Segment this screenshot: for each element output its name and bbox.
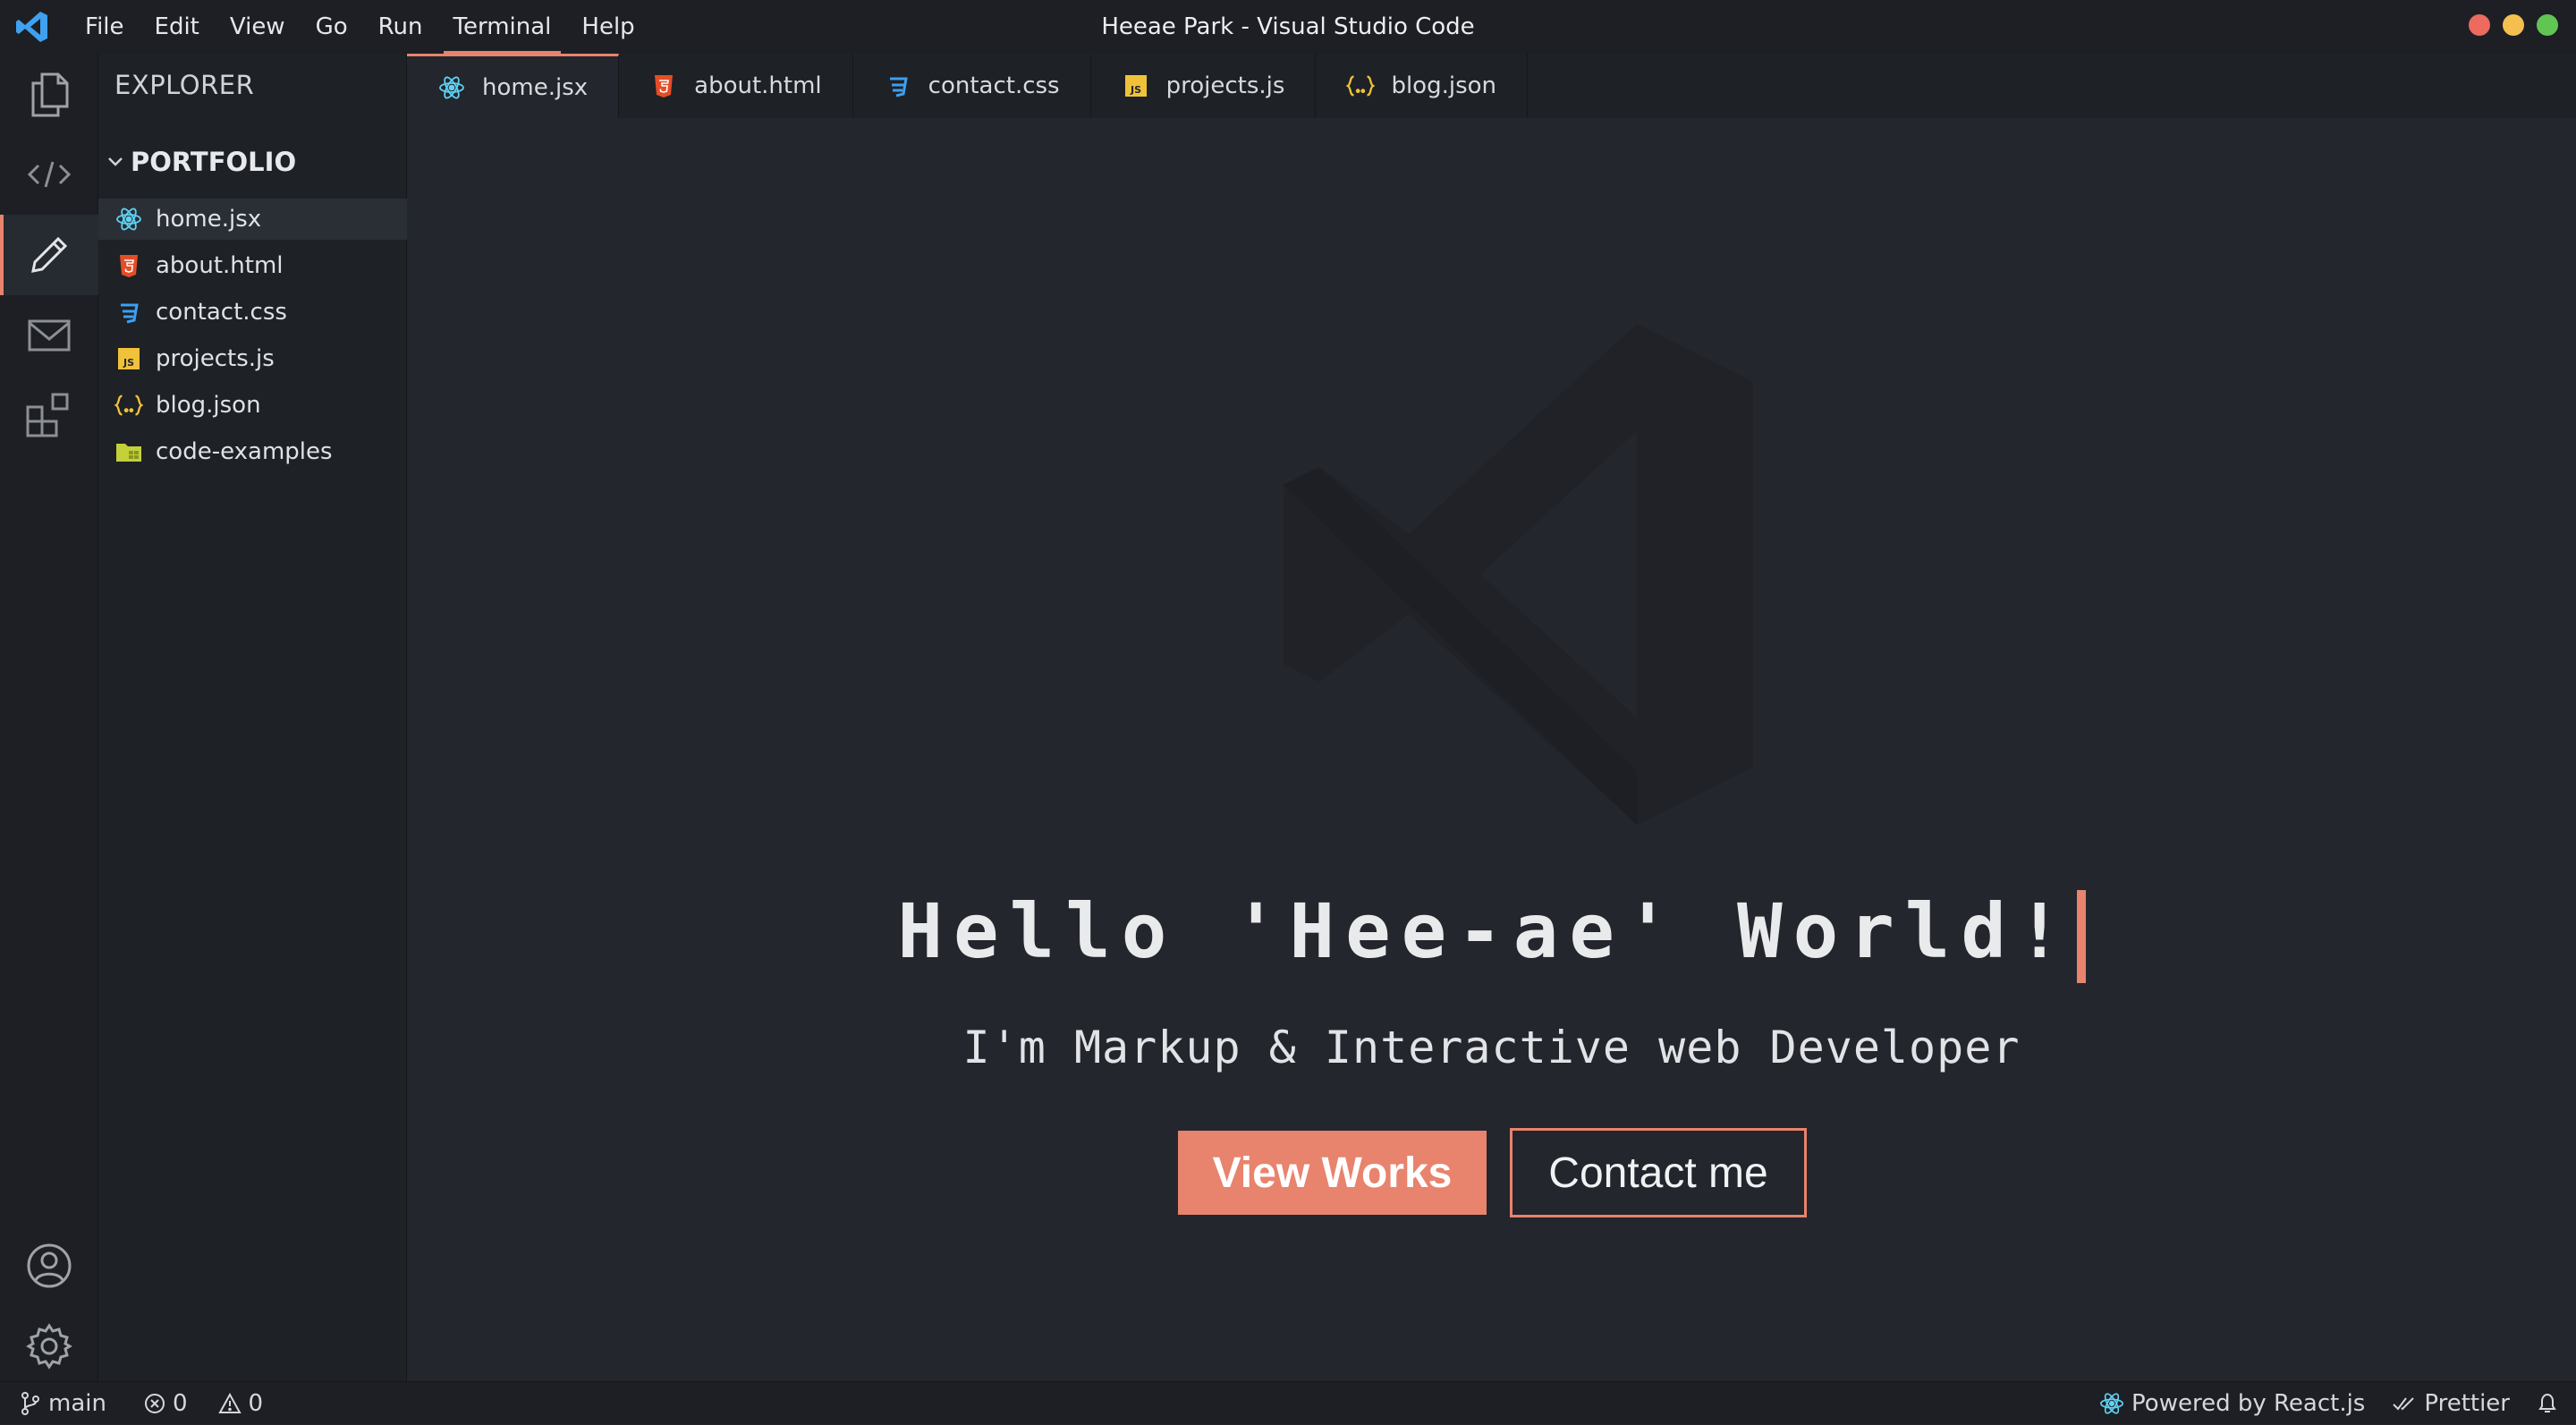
html5-icon (114, 251, 143, 280)
tab-contact-css[interactable]: contact.css (852, 54, 1091, 118)
files-icon[interactable] (0, 54, 98, 134)
file-blog-json[interactable]: blog.json (98, 385, 407, 426)
pencil-icon[interactable] (0, 215, 98, 295)
file-label: code-examples (156, 438, 333, 465)
tab-home-jsx[interactable]: home.jsx (407, 54, 620, 118)
file-label: projects.js (156, 345, 275, 372)
file-label: home.jsx (156, 206, 262, 233)
react-icon (437, 73, 466, 102)
menu-go[interactable]: Go (301, 0, 363, 54)
editor-area: Hello 'Hee-ae' World! I'm Markup & Inter… (407, 118, 2576, 1381)
branch-indicator[interactable]: main (20, 1390, 106, 1417)
mail-icon[interactable] (0, 295, 98, 376)
chevron-down-icon (108, 157, 123, 166)
tab-label: blog.json (1391, 72, 1496, 99)
code-icon[interactable] (0, 134, 98, 215)
menu-edit[interactable]: Edit (140, 0, 215, 54)
contact-me-button[interactable]: Contact me (1510, 1128, 1807, 1217)
file-label: blog.json (156, 392, 261, 419)
close-window-button[interactable] (2469, 14, 2490, 36)
file-about-html[interactable]: about.html (98, 245, 407, 286)
menu-file[interactable]: File (70, 0, 140, 54)
file-home-jsx[interactable]: home.jsx (98, 199, 407, 240)
errors-indicator[interactable]: 0 (144, 1390, 188, 1417)
css3-icon (884, 72, 912, 100)
git-branch-icon (21, 1391, 39, 1415)
tab-label: contact.css (928, 72, 1060, 99)
file-label: about.html (156, 252, 284, 279)
status-bar: main 0 0 Powered by React.js Prettier (0, 1381, 2576, 1424)
vscode-watermark-icon (1284, 324, 1753, 825)
warning-count: 0 (248, 1389, 264, 1417)
explorer-title: EXPLORER (114, 70, 255, 100)
gear-icon[interactable] (0, 1306, 98, 1387)
text-cursor (2076, 890, 2086, 984)
folder-code-examples[interactable]: code-examples (98, 431, 407, 472)
prettier-label: Prettier (2424, 1390, 2510, 1417)
hero-headline: Hello 'Hee-ae' World! (407, 887, 2576, 984)
status-right: Powered by React.js Prettier (2099, 1382, 2558, 1425)
error-icon (144, 1393, 165, 1413)
folder-name: PORTFOLIO (131, 147, 297, 177)
extensions-icon[interactable] (0, 376, 98, 456)
json-icon (114, 391, 143, 420)
html5-icon (649, 72, 678, 100)
double-check-icon (2393, 1397, 2415, 1411)
tab-label: projects.js (1165, 72, 1285, 99)
account-icon[interactable] (0, 1226, 98, 1306)
menu-view[interactable]: View (215, 0, 301, 54)
tab-projects-js[interactable]: JS projects.js (1090, 54, 1317, 118)
file-label: contact.css (156, 299, 287, 326)
powered-by-label: Powered by React.js (2131, 1390, 2366, 1417)
title-bar: File Edit View Go Run Terminal Help Heea… (0, 0, 2576, 54)
warnings-indicator[interactable]: 0 (217, 1389, 264, 1417)
hero-buttons: View Works Contact me (1178, 1128, 1807, 1217)
menu-run[interactable]: Run (363, 0, 438, 54)
window-controls (2469, 14, 2558, 36)
editor-tabs: home.jsx about.html contact.css JS proje… (407, 54, 2576, 118)
tab-label: about.html (694, 72, 822, 99)
notifications-bell[interactable] (2537, 1392, 2558, 1415)
warning-icon (217, 1392, 242, 1413)
bell-icon (2538, 1393, 2556, 1412)
vscode-logo-icon (13, 7, 52, 47)
file-projects-js[interactable]: JS projects.js (98, 338, 407, 379)
svg-text:JS: JS (123, 357, 134, 369)
tab-about-html[interactable]: about.html (619, 54, 853, 118)
menu-help[interactable]: Help (566, 0, 649, 54)
tab-label: home.jsx (482, 73, 589, 101)
js-icon: JS (1122, 72, 1150, 100)
prettier-indicator[interactable]: Prettier (2392, 1390, 2510, 1417)
branch-name: main (48, 1389, 106, 1417)
file-contact-css[interactable]: contact.css (98, 292, 407, 333)
css3-icon (114, 298, 143, 327)
maximize-window-button[interactable] (2537, 14, 2558, 36)
hero-subtitle: I'm Markup & Interactive web Developer (962, 1022, 2021, 1073)
menu-terminal[interactable]: Terminal (438, 0, 567, 54)
powered-by[interactable]: Powered by React.js (2099, 1390, 2365, 1417)
react-icon (114, 205, 143, 233)
folder-icon (114, 437, 143, 466)
js-icon: JS (114, 344, 143, 373)
error-count: 0 (172, 1389, 188, 1417)
view-works-button[interactable]: View Works (1178, 1131, 1487, 1215)
explorer-sidebar: EXPLORER PORTFOLIO home.jsx about.html c… (98, 54, 407, 1381)
menu-bar: File Edit View Go Run Terminal Help (70, 0, 650, 54)
react-icon (2100, 1393, 2124, 1414)
activity-bar (0, 54, 98, 1381)
json-icon (1346, 72, 1376, 100)
tab-blog-json[interactable]: blog.json (1316, 54, 1528, 118)
minimize-window-button[interactable] (2503, 14, 2524, 36)
folder-portfolio[interactable]: PORTFOLIO (106, 147, 296, 177)
svg-text:JS: JS (1130, 84, 1141, 96)
